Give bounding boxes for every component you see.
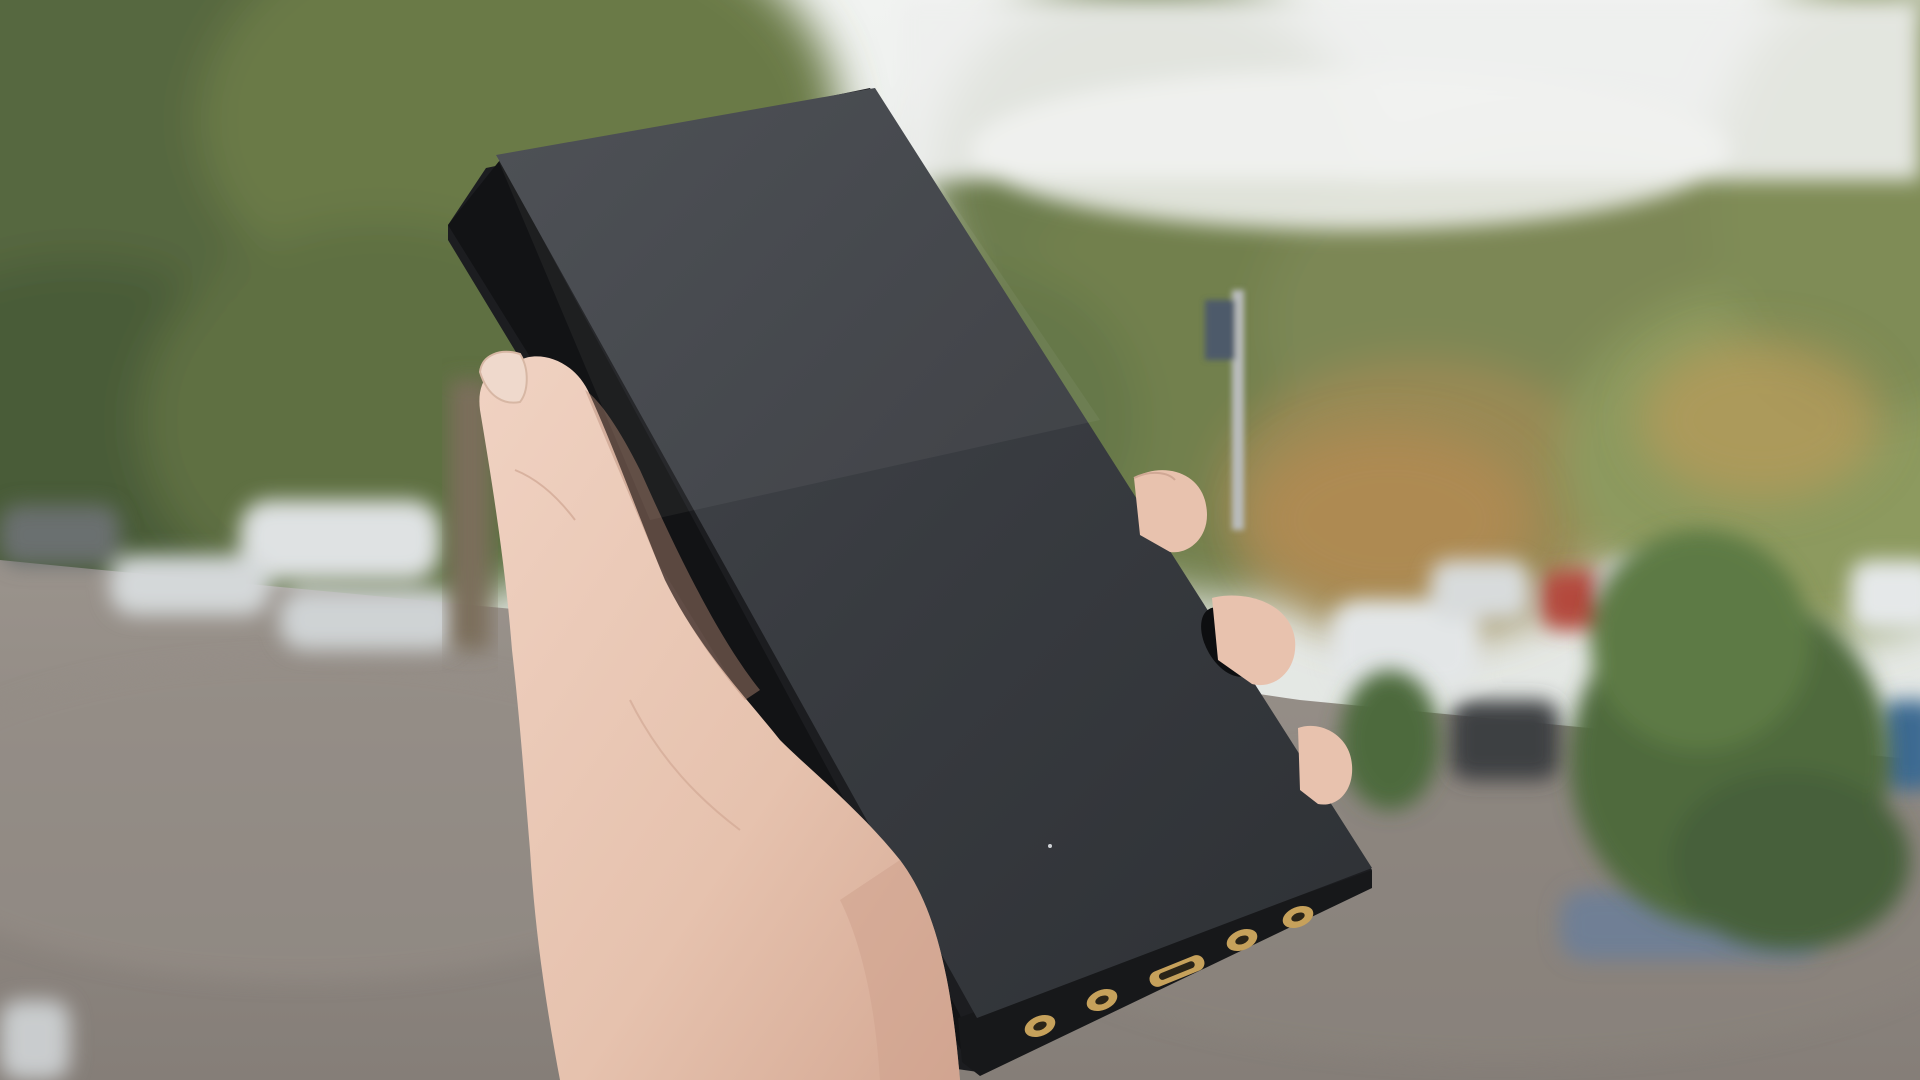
- photo-scene: [0, 0, 1920, 1080]
- scene-canvas: [0, 0, 1920, 1080]
